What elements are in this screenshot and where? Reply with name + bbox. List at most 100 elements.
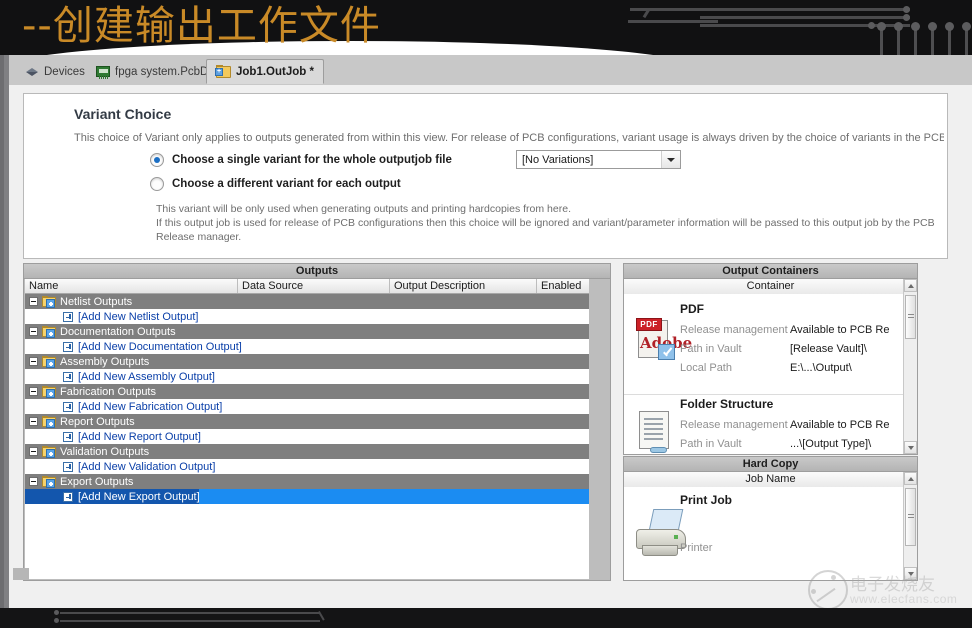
output-containers-scrollbar[interactable] — [903, 279, 917, 454]
outputs-group-row[interactable]: Netlist Outputs — [25, 294, 589, 309]
column-header-enabled[interactable]: Enabled — [537, 279, 589, 293]
folder-add-icon — [42, 296, 56, 307]
collapse-icon[interactable] — [29, 297, 38, 306]
hard-copy-panel: Hard Copy Job Name Print Job Printer — [623, 456, 918, 581]
outputs-group-row[interactable]: Fabrication Outputs — [25, 384, 589, 399]
radio-single-variant[interactable]: Choose a single variant for the whole ou… — [150, 153, 452, 167]
outputs-group-label: Assembly Outputs — [60, 356, 149, 368]
radio-per-output-variant-indicator[interactable] — [150, 177, 164, 191]
variant-note-line-3: Release manager. — [156, 230, 936, 244]
column-header-output-description[interactable]: Output Description — [390, 279, 537, 293]
outputs-group-row[interactable]: Export Outputs — [25, 474, 589, 489]
tab-devices[interactable]: Devices — [17, 59, 94, 84]
variant-note: This variant will be only used when gene… — [156, 202, 936, 244]
add-output-icon[interactable] — [63, 312, 73, 322]
outputs-add-row[interactable]: [Add New Validation Output] — [25, 459, 589, 474]
folder-field-path-in-vault-value: ...\[Output Type]\ — [790, 438, 871, 450]
variant-note-line-2: If this output job is used for release o… — [156, 216, 936, 230]
outputs-group-label: Fabrication Outputs — [60, 386, 156, 398]
folder-add-icon — [42, 326, 56, 337]
collapse-icon[interactable] — [29, 387, 38, 396]
variant-select[interactable]: [No Variations] — [516, 150, 681, 169]
workspace: Variant Choice This choice of Variant on… — [9, 85, 972, 608]
add-output-icon[interactable] — [63, 372, 73, 382]
chevron-down-icon[interactable] — [661, 151, 680, 168]
hard-copy-scrollbar[interactable] — [903, 472, 917, 580]
hard-copy-subhead: Job Name — [624, 472, 917, 488]
scroll-up-arrow-containers[interactable] — [904, 279, 917, 292]
pdf-field-release-management-key: Release management — [680, 324, 788, 336]
radio-single-variant-indicator[interactable] — [150, 153, 164, 167]
add-output-icon[interactable] — [63, 492, 73, 502]
add-output-icon[interactable] — [63, 462, 73, 472]
collapse-icon[interactable] — [29, 357, 38, 366]
outputs-group-row[interactable]: Validation Outputs — [25, 444, 589, 459]
hard-copy-body: Print Job Printer — [624, 487, 903, 580]
pdf-field-release-management-value: Available to PCB Re — [790, 324, 889, 336]
variant-choice-description: This choice of Variant only applies to o… — [74, 132, 944, 144]
outputs-add-row[interactable]: [Add New Netlist Output] — [25, 309, 589, 324]
collapse-icon[interactable] — [29, 327, 38, 336]
tab-fpga-system-pcbdoc-label: fpga system.PcbDoc — [115, 66, 220, 78]
folder-add-icon — [42, 356, 56, 367]
add-output-icon[interactable] — [63, 342, 73, 352]
output-containers-body: PDF Adobe PDF Release management Availab… — [624, 294, 903, 454]
printer-icon — [634, 509, 694, 565]
outputs-group-label: Documentation Outputs — [60, 326, 176, 338]
outputs-group-label: Report Outputs — [60, 416, 135, 428]
outputs-column-headers: Name Data Source Output Description Enab… — [25, 279, 589, 294]
scroll-down-arrow-containers[interactable] — [904, 441, 917, 454]
collapse-icon[interactable] — [29, 477, 38, 486]
column-header-name[interactable]: Name — [25, 279, 238, 293]
variant-choice-panel: Variant Choice This choice of Variant on… — [23, 93, 948, 259]
pdf-field-local-path-value: E:\...\Output\ — [790, 362, 852, 374]
container-group-pdf-title: PDF — [680, 302, 704, 316]
container-group-folder-structure[interactable]: Folder Structure Release management Avai… — [624, 395, 903, 454]
add-output-icon[interactable] — [63, 432, 73, 442]
outputs-add-label: [Add New Validation Output] — [78, 461, 215, 473]
folder-add-icon — [42, 386, 56, 397]
output-containers-subhead: Container — [624, 279, 917, 295]
tab-job1-outjob-label: Job1.OutJob * — [236, 66, 314, 78]
variant-note-line-1: This variant will be only used when gene… — [156, 202, 936, 216]
outputs-add-row[interactable]: [Add New Assembly Output] — [25, 369, 589, 384]
radio-per-output-variant-label: Choose a different variant for each outp… — [172, 178, 401, 190]
outjob-icon: + — [216, 65, 231, 78]
outputs-add-label: [Add New Netlist Output] — [78, 311, 198, 323]
pdf-field-path-in-vault-value: [Release Vault]\ — [790, 343, 867, 355]
pdf-icon: PDF Adobe — [636, 318, 676, 362]
outputs-tree[interactable]: Netlist Outputs [Add New Netlist Output] D… — [25, 294, 589, 579]
hardcopy-group-print-job-title: Print Job — [680, 493, 732, 507]
outputs-group-label: Netlist Outputs — [60, 296, 132, 308]
scroll-up-arrow-hardcopy[interactable] — [904, 472, 917, 485]
folder-add-icon — [42, 476, 56, 487]
outputs-group-row[interactable]: Documentation Outputs — [25, 324, 589, 339]
tab-devices-label: Devices — [44, 66, 85, 78]
outputs-group-row[interactable]: Report Outputs — [25, 414, 589, 429]
outputs-group-row[interactable]: Assembly Outputs — [25, 354, 589, 369]
hardcopy-group-print-job[interactable]: Print Job Printer — [624, 487, 903, 580]
scroll-thumb-hardcopy[interactable] — [905, 488, 916, 546]
status-chip — [13, 568, 29, 580]
add-output-icon[interactable] — [63, 402, 73, 412]
radio-per-output-variant[interactable]: Choose a different variant for each outp… — [150, 177, 401, 191]
document-tab-bar: Devices fpga system.PcbDoc + Job1.OutJob… — [9, 55, 972, 86]
outputs-add-row[interactable]: [Add New Documentation Output] — [25, 339, 589, 354]
collapse-icon[interactable] — [29, 417, 38, 426]
left-rail-inner — [0, 55, 4, 608]
outputs-add-row[interactable]: [Add New Fabrication Output] — [25, 399, 589, 414]
pcb-icon — [96, 66, 110, 77]
variant-choice-title: Variant Choice — [74, 106, 171, 122]
collapse-icon[interactable] — [29, 447, 38, 456]
outputs-add-row[interactable]: [Add New Report Output] — [25, 429, 589, 444]
outputs-add-label: [Add New Report Output] — [78, 431, 201, 443]
container-group-pdf[interactable]: PDF Adobe PDF Release management Availab… — [624, 294, 903, 395]
pdf-field-local-path-key: Local Path — [680, 362, 732, 374]
outputs-group-label: Validation Outputs — [60, 446, 149, 458]
outputs-add-row[interactable]: [Add New Export Output] — [25, 489, 589, 504]
column-header-data-source[interactable]: Data Source — [238, 279, 390, 293]
outputs-panel: Outputs Name Data Source Output Descript… — [23, 263, 611, 581]
tab-job1-outjob[interactable]: + Job1.OutJob * — [206, 59, 324, 84]
scroll-thumb-containers[interactable] — [905, 295, 916, 339]
output-containers-caption: Output Containers — [624, 264, 917, 279]
